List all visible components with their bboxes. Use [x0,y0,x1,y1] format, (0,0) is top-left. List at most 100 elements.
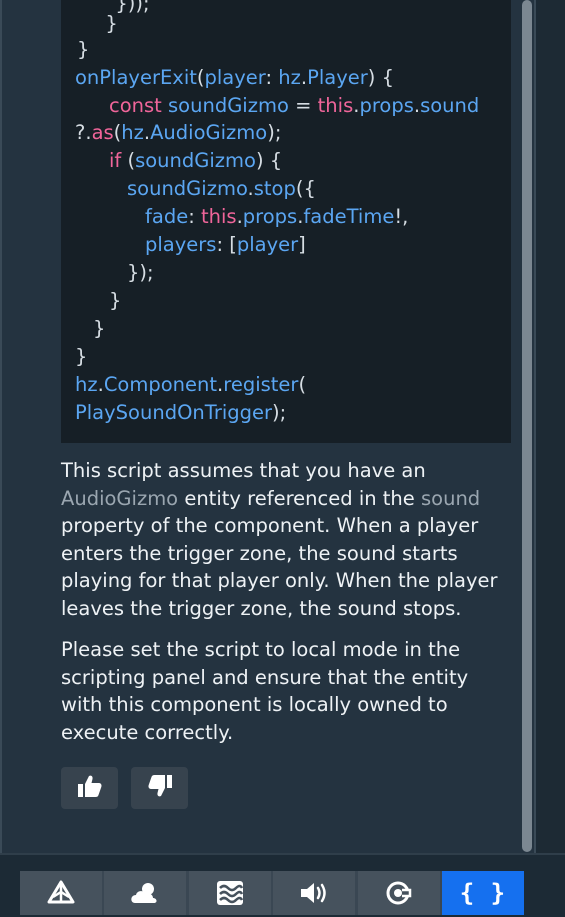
paragraph-text: Please set the script to local mode in t… [61,638,461,661]
paragraph-text: playing for that player only. When the p… [61,569,498,592]
code-reference: AudioGizmo [61,486,179,510]
paragraph-text: scripting panel and ensure that the enti… [61,665,469,689]
code-line: } [93,315,105,343]
code-token: soundGizmo [168,94,289,117]
code-token: AudioGizmo [150,121,268,144]
code-line: } [75,343,87,371]
code-token: as [91,121,114,144]
code-token: }); [127,261,154,284]
code-token: soundGizmo [135,149,256,172]
code-token: ] [298,233,306,256]
gizmo-target-icon [385,879,413,907]
code-token: ?. [75,121,92,144]
water-waves-icon [216,880,244,906]
code-token: this [317,94,354,117]
scrollbar-thumb[interactable] [522,0,532,852]
code-token: } [75,345,88,368]
paragraph-line: leaves the trigger zone, the sound stops… [61,595,521,623]
code-token: sound [420,94,480,117]
code-token: } [93,12,118,35]
sky-tool-button[interactable] [104,871,187,915]
instruction-paragraph: Please set the script to local mode in t… [61,636,521,746]
code-token: props [359,94,414,117]
code-line: ?.as(hz.AudioGizmo); [75,119,281,147]
code-token: player [236,233,299,256]
speaker-volume-icon [299,881,329,905]
code-token: } [109,289,122,312]
paragraph-text: leaves the trigger zone, the sound stops… [61,596,462,620]
paragraph-text: enters the trigger zone, the sound start… [61,541,458,565]
paragraph-text: property of the component. When a player [61,514,479,537]
code-line: } [93,10,118,38]
code-token: ({ [295,177,316,200]
paragraph-line: Please set the script to local mode in t… [61,636,521,664]
code-token: ); [272,401,287,424]
paragraph-line: property of the component. When a player [61,512,521,540]
code-token: ) { [255,149,283,172]
water-tool-button[interactable] [188,871,271,915]
code-token: players [145,233,217,256]
code-token: hz [121,121,144,144]
code-token: register [223,373,299,396]
code-token: if [109,149,128,172]
code-token: hz [278,66,301,89]
code-token: : [ [216,233,237,256]
paragraph-line: This script assumes that you have an [61,457,521,485]
code-token: const [109,94,169,117]
paragraph-text: with this component is locally owned to [61,693,448,716]
code-token: stop [253,177,296,200]
code-token: props [242,205,298,228]
code-line: const soundGizmo = this.props.sound [109,92,479,120]
paragraph-text: entity referenced in the [178,486,421,510]
code-token: ); [267,121,282,144]
paragraph-line: with this component is locally owned to [61,691,521,719]
code-token: : [188,205,201,228]
cloud-sun-icon [129,881,161,905]
explanation-paragraph: This script assumes that you have an Audi… [61,457,521,622]
bottom-toolbar-area: { } [0,853,565,917]
paragraph-line: playing for that player only. When the p… [61,567,521,595]
code-line: } [109,287,121,315]
code-token: ( [298,373,307,396]
code-token: ( [127,149,136,172]
paragraph-line: AudioGizmo entity referenced in the soun… [61,485,521,513]
code-token: = [288,94,318,117]
code-token: } [93,317,106,340]
thumbs-up-button[interactable] [61,767,118,809]
audio-tool-button[interactable] [273,871,356,915]
code-token: PlaySoundOnTrigger [75,401,273,424]
code-line: if (soundGizmo) { [109,147,282,175]
code-token: fadeTime [303,205,395,228]
code-block: })); }} onPlayerExit(player: hz.Player) {… [61,0,511,443]
code-token: } [77,38,90,61]
code-token: soundGizmo [127,177,248,200]
thumbs-down-icon [147,774,173,802]
scripts-tool-button[interactable]: { } [441,871,524,915]
code-line: hz.Component.register( [75,371,306,399]
paragraph-line: scripting panel and ensure that the enti… [61,664,521,692]
code-reference: sound [421,486,481,510]
gizmo-tool-button[interactable] [357,871,440,915]
paragraph-text: execute correctly. [61,720,234,744]
code-token: Player [307,66,368,89]
code-token: ) { [367,66,394,89]
code-token: onPlayerExit [75,66,197,89]
code-line: soundGizmo.stop({ [127,175,316,203]
code-token: Component [103,373,218,396]
paragraph-text: This script assumes that you have an [61,459,426,482]
code-line: onPlayerExit(player: hz.Player) { [75,64,394,92]
terrain-pyramid-icon [47,880,75,906]
paragraph-line: enters the trigger zone, the sound start… [61,540,521,568]
thumbs-down-button[interactable] [131,767,188,809]
code-token: fade [145,205,189,228]
code-line: }); [127,259,154,287]
code-line: } [77,36,89,64]
code-token: this [200,205,237,228]
code-line: PlaySoundOnTrigger); [75,399,286,427]
paragraph-line: execute correctly. [61,719,521,747]
terrain-tool-button[interactable] [20,871,102,915]
code-token: player [204,66,266,89]
code-token: hz [75,373,98,396]
assistant-panel: })); }} onPlayerExit(player: hz.Player) {… [0,0,565,917]
code-token: !, [394,205,409,228]
